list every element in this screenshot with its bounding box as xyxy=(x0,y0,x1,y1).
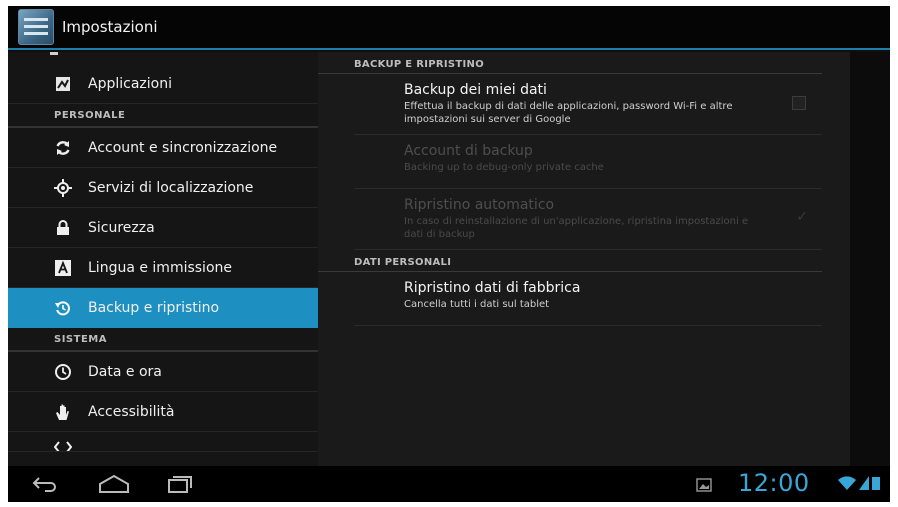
battery-icon xyxy=(872,477,880,490)
settings-sidebar: Applicazioni PERSONALE Account e sincron… xyxy=(8,52,318,466)
tablet-screen: Impostazioni Applicazioni PERSONALE Acco… xyxy=(8,6,890,502)
backup-icon xyxy=(54,299,72,317)
back-icon xyxy=(32,477,56,492)
developer-icon xyxy=(54,438,72,451)
pref-title: Ripristino dati di fabbrica xyxy=(404,280,581,296)
home-icon xyxy=(99,474,129,493)
pref-title: Backup dei miei dati xyxy=(404,82,547,98)
pref-factory-reset[interactable]: Ripristino dati di fabbrica Cancella tut… xyxy=(354,272,822,326)
sidebar-item-accounts-sync[interactable]: Account e sincronizzazione xyxy=(8,128,318,168)
lock-icon xyxy=(54,219,72,237)
sidebar-item-cut-off[interactable] xyxy=(8,432,318,452)
pref-summary: Cancella tutti i dati sul tablet xyxy=(404,299,550,310)
keyboard-icon xyxy=(54,259,72,277)
status-clock[interactable]: 12:00 xyxy=(738,469,810,497)
wifi-icon xyxy=(838,476,856,490)
pref-auto-restore: Ripristino automatico In caso di reinsta… xyxy=(354,189,822,250)
back-button[interactable] xyxy=(26,472,66,496)
sidebar-item-language-input[interactable]: Lingua e immissione xyxy=(8,248,318,288)
clock-icon xyxy=(54,363,72,381)
section-header-personal-data: DATI PERSONALI xyxy=(318,250,822,272)
home-button[interactable] xyxy=(94,472,134,496)
sidebar-item-location[interactable]: Servizi di localizzazione xyxy=(8,168,318,208)
location-icon xyxy=(54,178,72,197)
pref-title: Account di backup xyxy=(404,143,533,159)
sidebar-item-apps[interactable]: Applicazioni xyxy=(8,64,318,104)
pref-summary: Backing up to debug-only private cache xyxy=(404,162,604,173)
auto-restore-check-icon: ✓ xyxy=(796,209,808,225)
sidebar-header-personal: PERSONALE xyxy=(8,104,318,128)
settings-detail-pane: BACKUP E RIPRISTINO Backup dei miei dati… xyxy=(318,52,890,466)
detail-list[interactable]: BACKUP E RIPRISTINO Backup dei miei dati… xyxy=(318,52,850,466)
sidebar-item-backup-restore[interactable]: Backup e ripristino xyxy=(8,288,318,328)
recent-apps-icon xyxy=(168,476,192,493)
recent-apps-button[interactable] xyxy=(160,472,200,496)
sidebar-item-accessibility[interactable]: Accessibilità xyxy=(8,392,318,432)
pref-backup-account: Account di backup Backing up to debug-on… xyxy=(354,135,822,189)
backup-data-checkbox[interactable] xyxy=(792,96,806,110)
page-title: Impostazioni xyxy=(62,18,158,36)
status-icons[interactable] xyxy=(838,476,880,490)
settings-app-icon[interactable] xyxy=(18,9,54,45)
sync-icon xyxy=(54,139,72,157)
action-bar: Impostazioni xyxy=(8,6,890,50)
pref-summary: In caso di reinstallazione di un'applica… xyxy=(404,216,749,240)
gallery-notification-icon[interactable] xyxy=(696,477,712,496)
pref-summary: Effettua il backup di dati delle applica… xyxy=(404,101,733,125)
sidebar-item-security[interactable]: Sicurezza xyxy=(8,208,318,248)
system-navigation-bar: 12:00 xyxy=(8,466,890,502)
signal-icon xyxy=(859,476,869,490)
apps-icon xyxy=(54,75,72,93)
section-header-backup: BACKUP E RIPRISTINO xyxy=(318,52,822,74)
sidebar-scrolled-item xyxy=(8,52,318,64)
pref-backup-my-data[interactable]: Backup dei miei dati Effettua il backup … xyxy=(354,74,822,135)
sidebar-item-date-time[interactable]: Data e ora xyxy=(8,352,318,392)
sidebar-header-system: SISTEMA xyxy=(8,328,318,352)
hand-icon xyxy=(54,403,72,421)
pref-title: Ripristino automatico xyxy=(404,197,555,213)
